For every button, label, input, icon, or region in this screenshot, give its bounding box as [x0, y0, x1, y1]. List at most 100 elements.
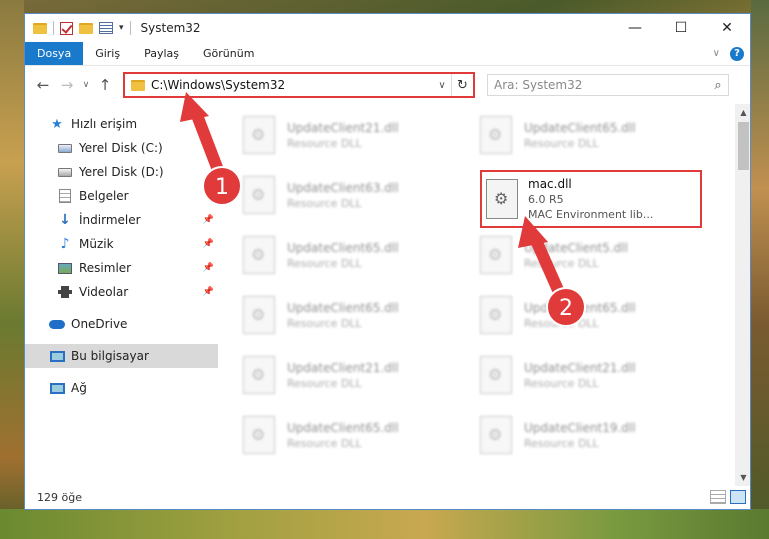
back-button[interactable]: ← [31, 73, 55, 97]
sidebar-item-pictures[interactable]: Resimler 📌 [25, 256, 218, 280]
dll-file-icon [243, 176, 275, 214]
recent-locations-button[interactable]: ∨ [79, 73, 93, 97]
file-name: UpdateClient19.dll [524, 420, 636, 435]
drive-icon [57, 140, 73, 156]
navigation-bar: ← → ∨ ↑ C:\Windows\System32 ∨ ↻ Ara: Sys… [25, 66, 750, 104]
dll-file-icon [480, 236, 512, 274]
network-icon [49, 380, 65, 396]
sidebar-item-documents[interactable]: Belgeler [25, 184, 218, 208]
close-button[interactable]: ✕ [704, 14, 750, 42]
forward-button[interactable]: → [55, 73, 79, 97]
sidebar-item-label: Videolar [79, 285, 129, 299]
search-icon[interactable]: ⌕ [708, 78, 728, 93]
tab-home[interactable]: Giriş [83, 42, 132, 65]
sidebar-item-label: Belgeler [79, 189, 129, 203]
sidebar-item-network[interactable]: Ağ [25, 376, 218, 400]
pin-icon[interactable]: 📌 [203, 263, 214, 273]
file-description: MAC Environment lib... [528, 208, 654, 221]
vertical-scrollbar[interactable]: ▲ ▼ [735, 104, 750, 486]
sidebar-item-videos[interactable]: Videolar 📌 [25, 280, 218, 304]
maximize-button[interactable]: ☐ [658, 14, 704, 42]
dll-file-icon [243, 116, 275, 154]
scroll-up-icon[interactable]: ▲ [735, 104, 750, 121]
new-folder-icon[interactable] [79, 22, 93, 34]
file-tile[interactable]: UpdateClient19.dllResource DLL [480, 410, 700, 460]
up-button[interactable]: ↑ [93, 73, 117, 97]
refresh-icon[interactable]: ↻ [451, 74, 473, 96]
pin-icon[interactable]: 📌 [203, 239, 214, 249]
scroll-down-icon[interactable]: ▼ [735, 469, 750, 486]
file-list: UpdateClient21.dllResource DLL UpdateCli… [218, 104, 750, 486]
cloud-icon [49, 316, 65, 332]
sidebar-item-music[interactable]: ♪ Müzik 📌 [25, 232, 218, 256]
file-version: 6.0 R5 [528, 193, 564, 206]
customize-toolbar-icon[interactable]: ▾ [119, 23, 124, 33]
sidebar-item-label: Yerel Disk (D:) [79, 165, 164, 179]
dll-file-icon [243, 296, 275, 334]
dll-file-icon [480, 116, 512, 154]
file-tile[interactable]: UpdateClient65.dllResource DLL [243, 410, 463, 460]
scroll-thumb[interactable] [738, 122, 749, 170]
tab-share[interactable]: Paylaş [132, 42, 191, 65]
dll-file-icon [243, 416, 275, 454]
sidebar-item-label: Bu bilgisayar [71, 349, 149, 363]
file-type: Resource DLL [287, 196, 362, 210]
desktop-background-right [751, 0, 769, 539]
minimize-button[interactable]: — [612, 14, 658, 42]
pin-icon[interactable]: 📌 [203, 287, 214, 297]
search-placeholder[interactable]: Ara: System32 [494, 78, 708, 92]
properties-icon[interactable] [99, 22, 113, 34]
expand-ribbon-icon[interactable]: ∨ [713, 48, 720, 59]
explorer-window: ▾ System32 — ☐ ✕ Dosya Giriş Paylaş Görü… [24, 13, 751, 510]
sidebar-item-local-disk-c[interactable]: Yerel Disk (C:) [25, 136, 218, 160]
documents-icon [57, 188, 73, 204]
file-tile[interactable]: UpdateClient65.dllResource DLL [243, 290, 463, 340]
sidebar-item-onedrive[interactable]: OneDrive [25, 312, 218, 336]
file-name: UpdateClient65.dll [287, 240, 399, 255]
tab-view[interactable]: Görünüm [191, 42, 266, 65]
sidebar-item-quick-access[interactable]: ★ Hızlı erişim [25, 112, 218, 136]
checkmark-icon[interactable] [60, 21, 73, 35]
tiles-view-icon[interactable] [730, 490, 746, 504]
pin-icon[interactable]: 📌 [203, 215, 214, 225]
file-name: UpdateClient65.dll [524, 300, 636, 315]
address-dropdown-icon[interactable]: ∨ [433, 80, 451, 91]
file-type: Resource DLL [524, 136, 599, 150]
star-icon: ★ [51, 116, 63, 132]
tab-file[interactable]: Dosya [25, 42, 84, 65]
file-type: Resource DLL [287, 436, 362, 450]
details-view-icon[interactable] [710, 490, 726, 504]
pictures-icon [57, 260, 73, 276]
highlighted-file-mac-dll[interactable]: mac.dll 6.0 R5 MAC Environment lib... [480, 170, 702, 228]
search-box[interactable]: Ara: System32 ⌕ [487, 74, 729, 96]
explorer-body: ★ Hızlı erişim Yerel Disk (C:) Yerel Dis… [25, 104, 750, 486]
file-tile[interactable]: UpdateClient65.dllResource DLL [480, 290, 700, 340]
sidebar-item-downloads[interactable]: ↓ İndirmeler 📌 [25, 208, 218, 232]
file-tile[interactable]: UpdateClient21.dllResource DLL [480, 350, 700, 400]
file-tile[interactable]: UpdateClient21.dllResource DLL [243, 350, 463, 400]
desktop-background-left [0, 0, 24, 539]
downloads-icon: ↓ [59, 212, 71, 228]
file-tile[interactable]: UpdateClient65.dllResource DLL [243, 230, 463, 280]
dll-file-icon [243, 356, 275, 394]
sidebar-item-local-disk-d[interactable]: Yerel Disk (D:) [25, 160, 218, 184]
file-tile[interactable]: UpdateClient5.dllResource DLL [480, 230, 700, 280]
sidebar-item-this-pc[interactable]: Bu bilgisayar [25, 344, 218, 368]
address-path[interactable]: C:\Windows\System32 [151, 78, 433, 92]
computer-icon [49, 348, 65, 364]
folder-icon[interactable] [33, 22, 47, 34]
window-title: System32 [140, 21, 201, 35]
address-bar[interactable]: C:\Windows\System32 ∨ ↻ [123, 72, 475, 98]
file-type: Resource DLL [287, 136, 362, 150]
file-type: Resource DLL [524, 256, 599, 270]
file-tile[interactable]: UpdateClient63.dllResource DLL [243, 170, 463, 220]
file-tile[interactable]: UpdateClient65.dllResource DLL [480, 110, 700, 160]
ribbon-tabs: Dosya Giriş Paylaş Görünüm ∨ ? [25, 42, 750, 66]
file-tile[interactable]: UpdateClient21.dllResource DLL [243, 110, 463, 160]
sidebar-item-label: İndirmeler [79, 213, 141, 227]
file-type: Resource DLL [524, 316, 599, 330]
file-type: Resource DLL [287, 376, 362, 390]
help-icon[interactable]: ? [730, 46, 744, 61]
view-buttons [710, 490, 750, 504]
